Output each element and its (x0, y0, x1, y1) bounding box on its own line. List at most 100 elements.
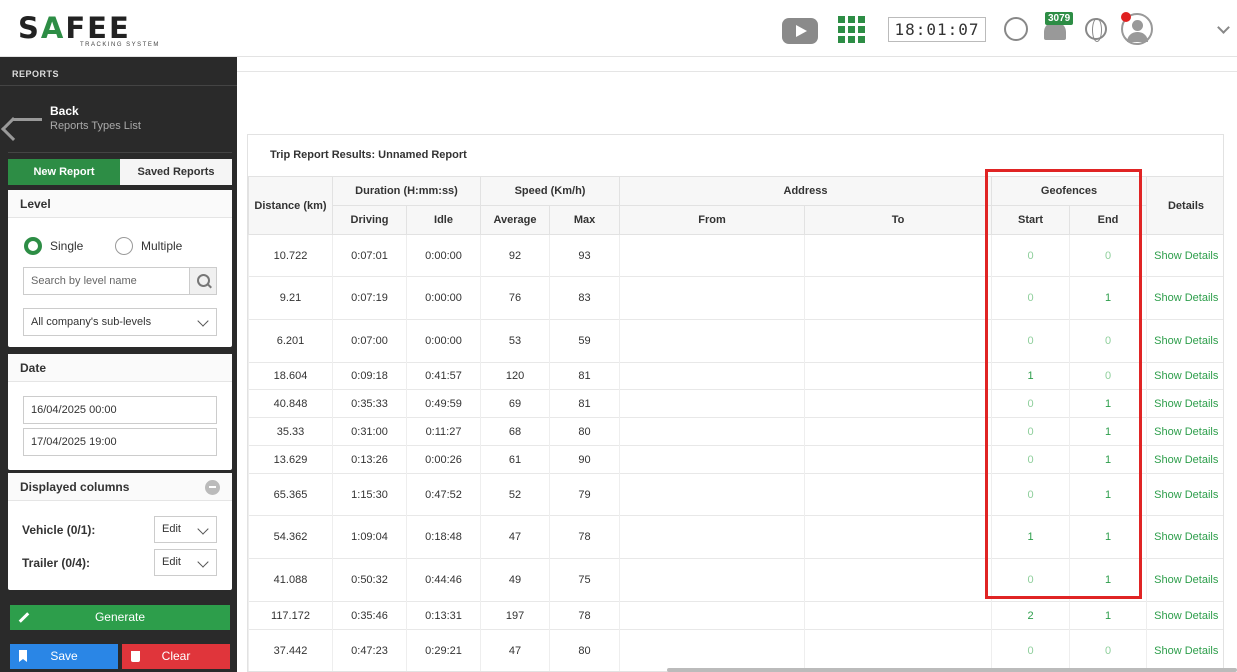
col-to[interactable]: To (804, 205, 993, 235)
main-top-strip (237, 57, 1237, 72)
cell-max: 80 (549, 417, 620, 446)
cell-to (804, 601, 992, 630)
sub-levels-select[interactable]: All company's sub-levels (23, 308, 217, 336)
magic-wand-icon (18, 612, 30, 623)
cell-driving: 1:15:30 (332, 473, 407, 516)
cell-from (619, 445, 805, 474)
trash-icon (131, 651, 140, 662)
back-button[interactable]: Back Reports Types List (12, 101, 212, 135)
cell-driving: 0:07:01 (332, 234, 407, 277)
support-24h-icon[interactable] (1004, 17, 1028, 41)
col-idle[interactable]: Idle (405, 205, 482, 235)
apps-grid-icon[interactable] (838, 16, 866, 44)
sidebar-title: REPORTS (12, 69, 60, 79)
cell-average: 52 (480, 473, 550, 516)
cell-to (804, 276, 992, 320)
tab-saved-reports[interactable]: Saved Reports (120, 159, 232, 185)
cell-driving: 0:31:00 (332, 417, 407, 446)
show-details-link[interactable]: Show Details (1146, 629, 1223, 671)
cell-to (804, 515, 992, 559)
cell-distance: 117.172 (248, 601, 333, 630)
col-distance[interactable]: Distance (km) (248, 176, 333, 235)
show-details-link[interactable]: Show Details (1146, 234, 1223, 277)
cell-to (804, 389, 992, 418)
panel-title: Displayed columns (8, 473, 232, 501)
trailer-edit-select[interactable]: Edit (154, 549, 217, 576)
cell-idle: 0:00:00 (405, 319, 481, 363)
collapse-icon[interactable] (205, 480, 220, 495)
cell-geofence-end: 1 (1069, 473, 1147, 516)
show-details-link[interactable]: Show Details (1146, 417, 1223, 446)
show-details-link[interactable]: Show Details (1146, 276, 1223, 320)
chevron-down-icon (197, 556, 209, 568)
cell-from (619, 362, 805, 390)
col-start[interactable]: Start (991, 205, 1071, 235)
cell-driving: 0:35:46 (332, 601, 407, 630)
show-details-link[interactable]: Show Details (1146, 445, 1223, 474)
cell-max: 90 (549, 445, 620, 474)
trip-report-results: Trip Report Results: Unnamed Report Dist… (247, 134, 1224, 672)
date-from-input[interactable]: 16/04/2025 00:00 (23, 396, 217, 424)
chevron-down-icon (197, 315, 209, 327)
safee-logo[interactable]: SAFEE TRACKING SYSTEM (18, 14, 158, 49)
table-row: 41.088 0:50:32 0:44:46 49 75 0 1 Show Details (248, 558, 1223, 602)
cell-idle: 0:44:46 (405, 558, 481, 602)
date-to-input[interactable]: 17/04/2025 19:00 (23, 428, 217, 456)
vehicle-edit-select[interactable]: Edit (154, 516, 217, 543)
panel-title: Date (8, 354, 232, 382)
search-icon[interactable] (189, 267, 217, 295)
date-panel: Date 16/04/2025 00:00 17/04/2025 19:00 (8, 354, 232, 470)
cell-geofence-end: 1 (1069, 389, 1147, 418)
show-details-link[interactable]: Show Details (1146, 362, 1223, 390)
show-details-link[interactable]: Show Details (1146, 389, 1223, 418)
cell-distance: 54.362 (248, 515, 333, 559)
cell-max: 80 (549, 629, 620, 671)
cell-max: 93 (549, 234, 620, 277)
show-details-link[interactable]: Show Details (1146, 601, 1223, 630)
col-end[interactable]: End (1069, 205, 1148, 235)
cell-from (619, 389, 805, 418)
cell-geofence-start: 1 (991, 362, 1070, 390)
col-max[interactable]: Max (549, 205, 621, 235)
save-button[interactable]: Save (10, 644, 118, 669)
table-row: 6.201 0:07:00 0:00:00 53 59 0 0 Show Details (248, 319, 1223, 363)
tab-new-report[interactable]: New Report (8, 159, 120, 185)
cell-driving: 0:09:18 (332, 362, 407, 390)
cell-from (619, 515, 805, 559)
cell-distance: 35.33 (248, 417, 333, 446)
col-group-speed: Speed (Km/h) (480, 176, 621, 206)
cell-geofence-end: 0 (1069, 362, 1147, 390)
cell-from (619, 629, 805, 671)
arrow-left-icon (12, 118, 42, 121)
cell-geofence-start: 0 (991, 473, 1070, 516)
level-search-input[interactable]: Search by level name (23, 267, 190, 295)
cell-idle: 0:41:57 (405, 362, 481, 390)
avatar-status-dot (1121, 12, 1131, 22)
cell-idle: 0:29:21 (405, 629, 481, 671)
cell-max: 75 (549, 558, 620, 602)
video-play-icon[interactable] (782, 18, 818, 44)
show-details-link[interactable]: Show Details (1146, 473, 1223, 516)
cell-average: 53 (480, 319, 550, 363)
show-details-link[interactable]: Show Details (1146, 515, 1223, 559)
cell-distance: 10.722 (248, 234, 333, 277)
cell-from (619, 473, 805, 516)
cell-from (619, 417, 805, 446)
cell-max: 59 (549, 319, 620, 363)
cell-driving: 0:13:26 (332, 445, 407, 474)
cell-geofence-start: 0 (991, 234, 1070, 277)
col-average[interactable]: Average (480, 205, 551, 235)
col-from[interactable]: From (619, 205, 806, 235)
col-driving[interactable]: Driving (332, 205, 407, 235)
cell-distance: 65.365 (248, 473, 333, 516)
cell-average: 61 (480, 445, 550, 474)
cell-max: 81 (549, 362, 620, 390)
chevron-down-icon[interactable] (1217, 21, 1230, 34)
show-details-link[interactable]: Show Details (1146, 319, 1223, 363)
clear-button[interactable]: Clear (122, 644, 230, 669)
show-details-link[interactable]: Show Details (1146, 558, 1223, 602)
horizontal-scrollbar[interactable] (667, 668, 1237, 672)
generate-button[interactable]: Generate (10, 605, 230, 630)
cell-geofence-start: 0 (991, 276, 1070, 320)
globe-icon[interactable] (1085, 18, 1107, 42)
